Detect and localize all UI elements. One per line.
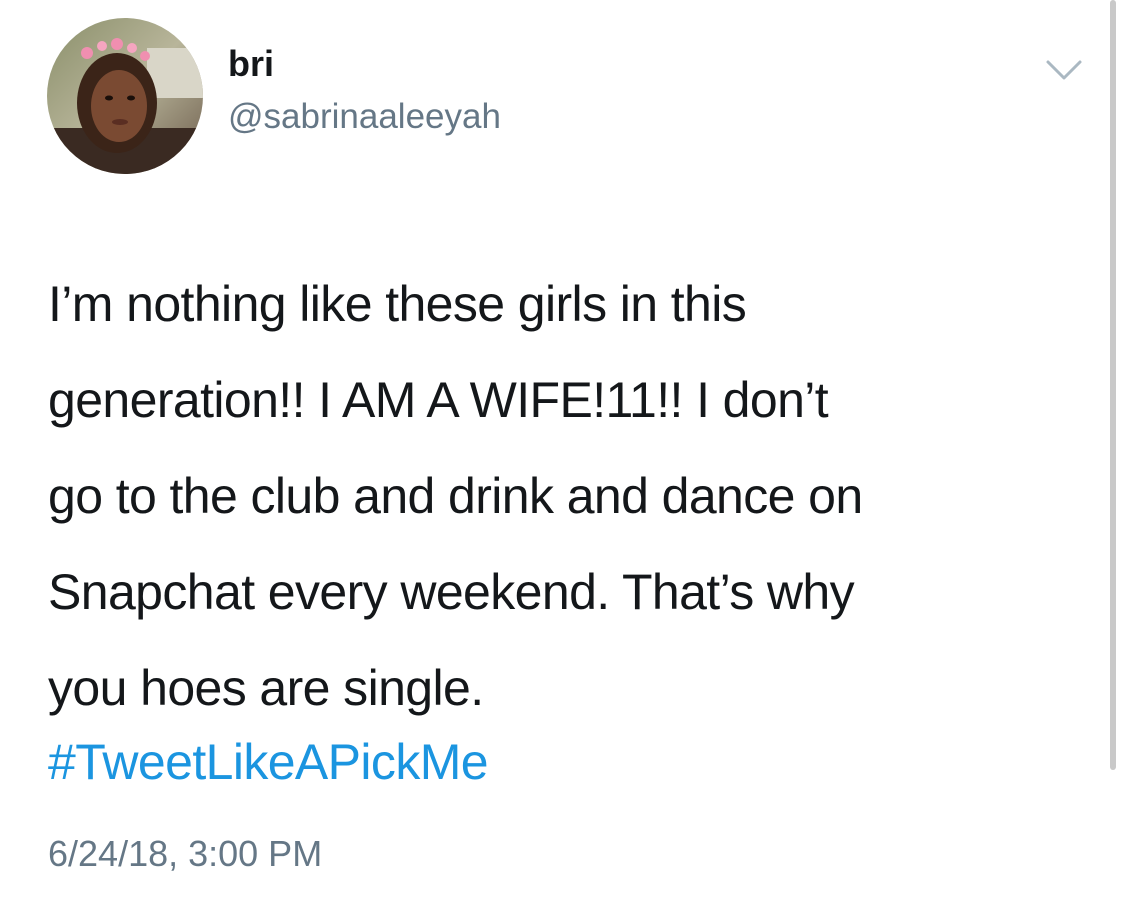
tweet-text-line: Snapchat every weekend. That’s why [48, 564, 855, 620]
chevron-down-icon[interactable] [1040, 52, 1088, 88]
avatar-photo [47, 18, 203, 174]
avatar[interactable] [47, 18, 203, 174]
tweet-text-line: I’m nothing like these girls in this [48, 276, 747, 332]
display-name[interactable]: bri [228, 44, 274, 84]
hashtag-link[interactable]: #TweetLikeAPickMe [48, 720, 489, 804]
tweet-timestamp[interactable]: 6/24/18, 3:00 PM [48, 830, 322, 878]
username-handle[interactable]: @sabrinaaleeyah [228, 96, 501, 138]
tweet-text-line: go to the club and drink and dance on [48, 468, 863, 524]
tweet-text: I’m nothing like these girls in this gen… [48, 256, 1098, 736]
tweet-text-line: generation!! I AM A WIFE!11!! I don’t [48, 372, 829, 428]
scrollbar[interactable] [1110, 0, 1116, 770]
